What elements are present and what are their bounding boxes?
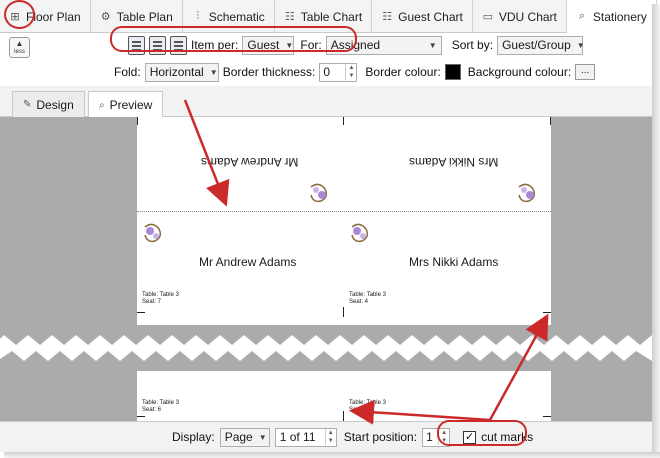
border-colour-swatch[interactable] bbox=[444, 64, 461, 80]
window-shadow bbox=[652, 4, 660, 458]
cut-mark bbox=[550, 117, 551, 125]
card-seat-info: Table: Table 3 Seat: 4 bbox=[349, 292, 386, 306]
schematic-icon: ⫶ bbox=[196, 10, 200, 22]
print-preview-area[interactable]: Mr Andrew Adams Mrs Nikki Adams Mr Andre… bbox=[0, 117, 652, 421]
sort-by-label: Sort by: bbox=[451, 38, 494, 52]
tab-stationery[interactable]: ⌕ Stationery bbox=[566, 0, 657, 34]
tab-design[interactable]: ✎ Design bbox=[12, 91, 85, 117]
less-label: less bbox=[14, 49, 25, 55]
background-colour-button[interactable]: ... bbox=[575, 64, 596, 80]
tab-label: Stationery bbox=[592, 9, 647, 24]
tab-label: Guest Chart bbox=[398, 9, 463, 24]
card-table: Table: Table 3 bbox=[142, 292, 179, 298]
page-value: 1 of 11 bbox=[279, 430, 316, 444]
view-subtabs: ✎ Design ⌕ Preview bbox=[0, 86, 652, 118]
card-seat: Seat: 7 bbox=[142, 299, 162, 305]
spinner-arrows-icon[interactable]: ▲ ▼ bbox=[345, 64, 356, 80]
cut-mark bbox=[543, 416, 551, 417]
start-position-label: Start position: bbox=[343, 430, 418, 444]
cut-mark bbox=[343, 411, 344, 421]
display-select[interactable]: Page ▼ bbox=[219, 427, 270, 447]
border-colour-label: Border colour: bbox=[365, 65, 441, 79]
fold-value: Horizontal bbox=[149, 65, 204, 79]
cut-mark bbox=[343, 307, 344, 317]
start-position-value: 1 bbox=[426, 430, 433, 444]
rose-flourish-icon bbox=[351, 223, 369, 243]
card-name-back: Mr Andrew Adams bbox=[201, 155, 299, 169]
card-seat: Seat: 6 bbox=[142, 407, 162, 413]
vdu-chart-icon: ▭ bbox=[482, 11, 494, 23]
preview-page: Mr Andrew Adams Mrs Nikki Adams Mr Andre… bbox=[137, 117, 551, 421]
design-icon: ✎ bbox=[23, 99, 32, 110]
fold-select[interactable]: Horizontal ▼ bbox=[144, 62, 219, 82]
tab-label: VDU Chart bbox=[498, 9, 557, 24]
display-value: Page bbox=[224, 430, 253, 444]
less-button[interactable]: ▲ less bbox=[9, 37, 30, 58]
fold-line bbox=[137, 211, 551, 212]
card-table: Table: Table 3 bbox=[349, 292, 386, 298]
rose-flourish-icon bbox=[310, 183, 328, 203]
card-seat-info: Table: Table 3 Seat: 6 bbox=[142, 400, 179, 414]
card-seat: Seat: 1 bbox=[349, 407, 369, 413]
card-table: Table: Table 3 bbox=[142, 400, 179, 406]
preview-icon: ⌕ bbox=[99, 99, 105, 111]
card-seat-info: Table: Table 3 Seat: 1 bbox=[349, 400, 386, 414]
border-thickness-spinner[interactable]: 0 ▲ ▼ bbox=[319, 62, 358, 82]
background-colour-label: Background colour: bbox=[467, 65, 572, 79]
cut-mark bbox=[343, 117, 344, 125]
tab-label: Table Chart bbox=[300, 9, 363, 24]
ribbon-row-2: Fold: Horizontal ▼ Border thickness: 0 ▲… bbox=[114, 61, 596, 83]
page-spinner[interactable]: 1 of 11 ▲ ▼ bbox=[274, 427, 337, 447]
chevron-down-icon: ▼ bbox=[576, 40, 585, 50]
card-table: Table: Table 3 bbox=[349, 400, 386, 406]
card-name: Mr Andrew Adams bbox=[199, 255, 297, 269]
chevron-down-icon: ▼ bbox=[209, 67, 218, 77]
display-label: Display: bbox=[172, 430, 215, 444]
table-chart-icon: ☷ bbox=[284, 11, 295, 23]
cut-mark bbox=[543, 312, 551, 313]
window-shadow bbox=[4, 452, 660, 458]
chevron-down-icon: ▼ bbox=[258, 432, 267, 442]
preview-status-bar: Display: Page ▼ 1 of 11 ▲ ▼ Start positio… bbox=[0, 421, 652, 452]
tab-label: Schematic bbox=[208, 9, 265, 24]
card-seat-info: Table: Table 3 Seat: 7 bbox=[142, 292, 179, 306]
sort-by-value: Guest/Group bbox=[502, 38, 571, 52]
tab-label: Table Plan bbox=[116, 9, 173, 24]
card-name-back: Mrs Nikki Adams bbox=[409, 155, 499, 169]
sort-by-select[interactable]: Guest/Group ▼ bbox=[497, 35, 585, 55]
highlight-ring bbox=[437, 420, 527, 446]
highlight-ring bbox=[110, 26, 357, 52]
guest-chart-icon: ☷ bbox=[382, 11, 393, 23]
card-name: Mrs Nikki Adams bbox=[409, 255, 499, 269]
tab-preview[interactable]: ⌕ Preview bbox=[88, 91, 164, 118]
rose-flourish-icon bbox=[518, 183, 536, 203]
tab-guest-chart[interactable]: ☷ Guest Chart bbox=[372, 0, 473, 33]
cut-mark bbox=[137, 416, 145, 417]
tab-vdu-chart[interactable]: ▭ VDU Chart bbox=[473, 0, 567, 33]
chevron-down-icon: ▼ bbox=[428, 40, 437, 50]
stationery-icon: ⌕ bbox=[578, 10, 585, 22]
spinner-arrows-icon[interactable]: ▲ ▼ bbox=[324, 429, 336, 445]
collapse-up-icon: ▲ bbox=[15, 39, 24, 48]
table-plan-icon: ⚙ bbox=[100, 11, 111, 23]
cut-mark bbox=[137, 312, 145, 313]
border-thickness-label: Border thickness: bbox=[222, 65, 316, 79]
cut-mark bbox=[137, 117, 138, 125]
tab-label: Design bbox=[36, 97, 74, 112]
fold-label: Fold: bbox=[114, 65, 141, 79]
rose-flourish-icon bbox=[144, 223, 162, 243]
highlight-ring bbox=[4, 0, 35, 29]
page-break-tear bbox=[0, 325, 652, 371]
border-thickness-value: 0 bbox=[323, 65, 331, 79]
card-seat: Seat: 4 bbox=[349, 299, 369, 305]
tab-label: Preview bbox=[109, 98, 153, 112]
